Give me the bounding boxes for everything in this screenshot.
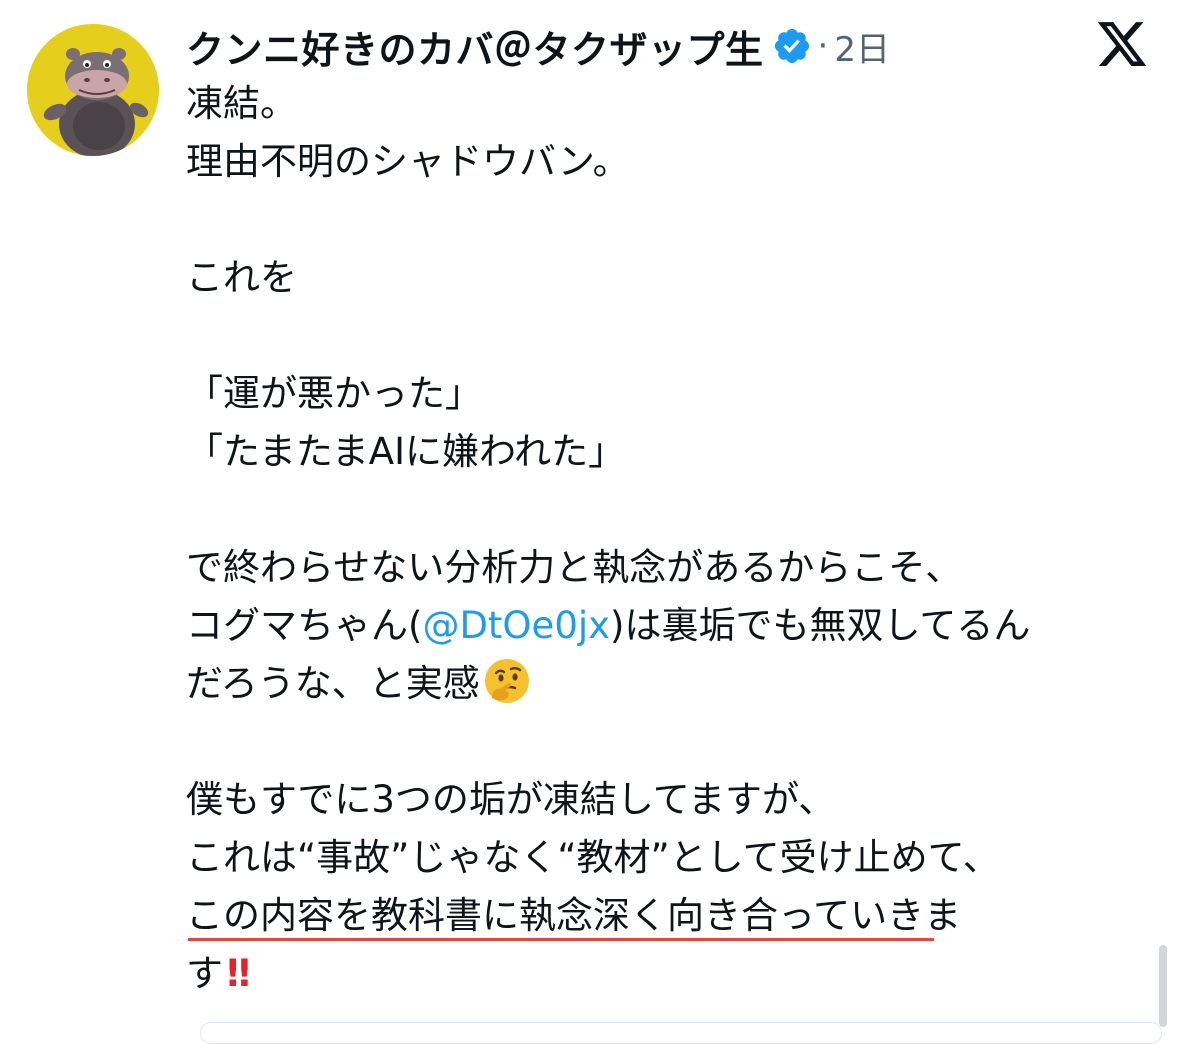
meta-separator: · [817,26,829,66]
tweet-line: これを [186,256,297,299]
embedded-card-edge [200,1022,1162,1044]
tweet-line: この内容を教科書に執念深く向き合っていきま [186,894,962,937]
mention-link[interactable]: @DtOe0jx [422,604,610,647]
scrollbar[interactable] [1159,945,1167,1027]
tweet-line: だろうな、と実感 [186,662,480,705]
tweet-mention-line: コグマちゃん(@DtOe0jx)は裏垢でも無双してるん [186,597,1176,655]
mention-suffix-text: )は裏垢でも無双してるん [610,604,1031,647]
tweet-timestamp[interactable]: 2日 [834,22,890,71]
mention-prefix-text: コグマちゃん( [186,604,423,647]
thinking-face-icon [482,656,532,706]
tweet-line: 「運が悪かった」 [186,372,482,415]
hippo-avatar-icon [27,24,159,156]
tweet-header: クンニ好きのカバ＠タクザップ生 · 2日 [186,20,890,72]
tweet-body: 凍結。 理由不明のシャドウバン。 これを 「運が悪かった」 「たまたまAIに嫌わ… [186,75,1176,1003]
verified-badge-icon [772,26,812,66]
tweet-line-with-emoji: だろうな、と実感 [186,655,1176,713]
author-display-name[interactable]: クンニ好きのカバ＠タクザップ生 [186,19,764,74]
tweet-line: 理由不明のシャドウバン。 [186,140,630,183]
red-underline-annotation [188,938,934,941]
double-exclamation-icon: ‼ [227,952,250,995]
tweet-line-final: す ‼ [186,945,1176,1003]
tweet-line: これは“事故”じゃなく“教材”として受け止めて、 [186,836,1000,879]
tweet-line: す [186,952,223,995]
tweet-line: 凍結。 [186,82,297,125]
avatar[interactable] [27,24,159,156]
tweet-line: 「たまたまAIに嫌われた」 [186,430,626,473]
tweet-line: で終わらせない分析力と執念があるからこそ、 [186,546,963,589]
x-logo-icon[interactable] [1095,17,1149,71]
tweet-line: 僕もすでに3つの垢が凍結してますが、 [186,778,836,821]
